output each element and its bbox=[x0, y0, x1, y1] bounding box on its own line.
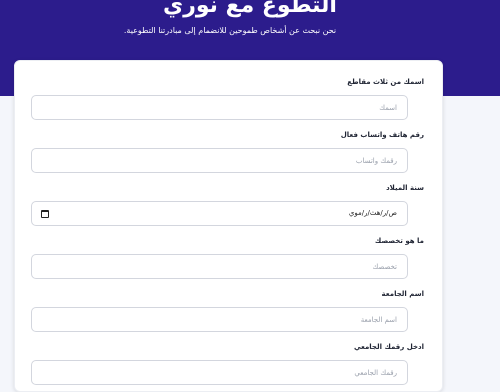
university-label: اسم الجامعة bbox=[381, 290, 424, 298]
calendar-icon[interactable] bbox=[41, 210, 49, 218]
birthdate-value: ص/ر/هث/ر/موي bbox=[348, 209, 397, 217]
student-id-input[interactable] bbox=[31, 360, 408, 385]
volunteer-form: اسمك من ثلاث مقاطع رقم هاتف واتساب فعال … bbox=[14, 60, 443, 392]
phone-input[interactable] bbox=[31, 148, 408, 173]
birthdate-input[interactable]: ص/ر/هث/ر/موي bbox=[31, 201, 408, 226]
student-id-label: ادخل رقمك الجامعي bbox=[353, 343, 424, 351]
page-subtitle: نحن نبحث عن أشخاص طموحين للانضمام إلى مب… bbox=[123, 26, 337, 35]
page-title: التطوع مع نوري bbox=[163, 0, 337, 18]
name-input[interactable] bbox=[31, 95, 408, 120]
name-label: اسمك من ثلاث مقاطع bbox=[347, 78, 424, 86]
phone-label: رقم هاتف واتساب فعال bbox=[340, 131, 424, 139]
specialty-label: ما هو تخصصك bbox=[374, 237, 424, 245]
university-input[interactable] bbox=[31, 307, 408, 332]
birthdate-label: سنة الميلاد bbox=[386, 184, 424, 192]
specialty-input[interactable] bbox=[31, 254, 408, 279]
